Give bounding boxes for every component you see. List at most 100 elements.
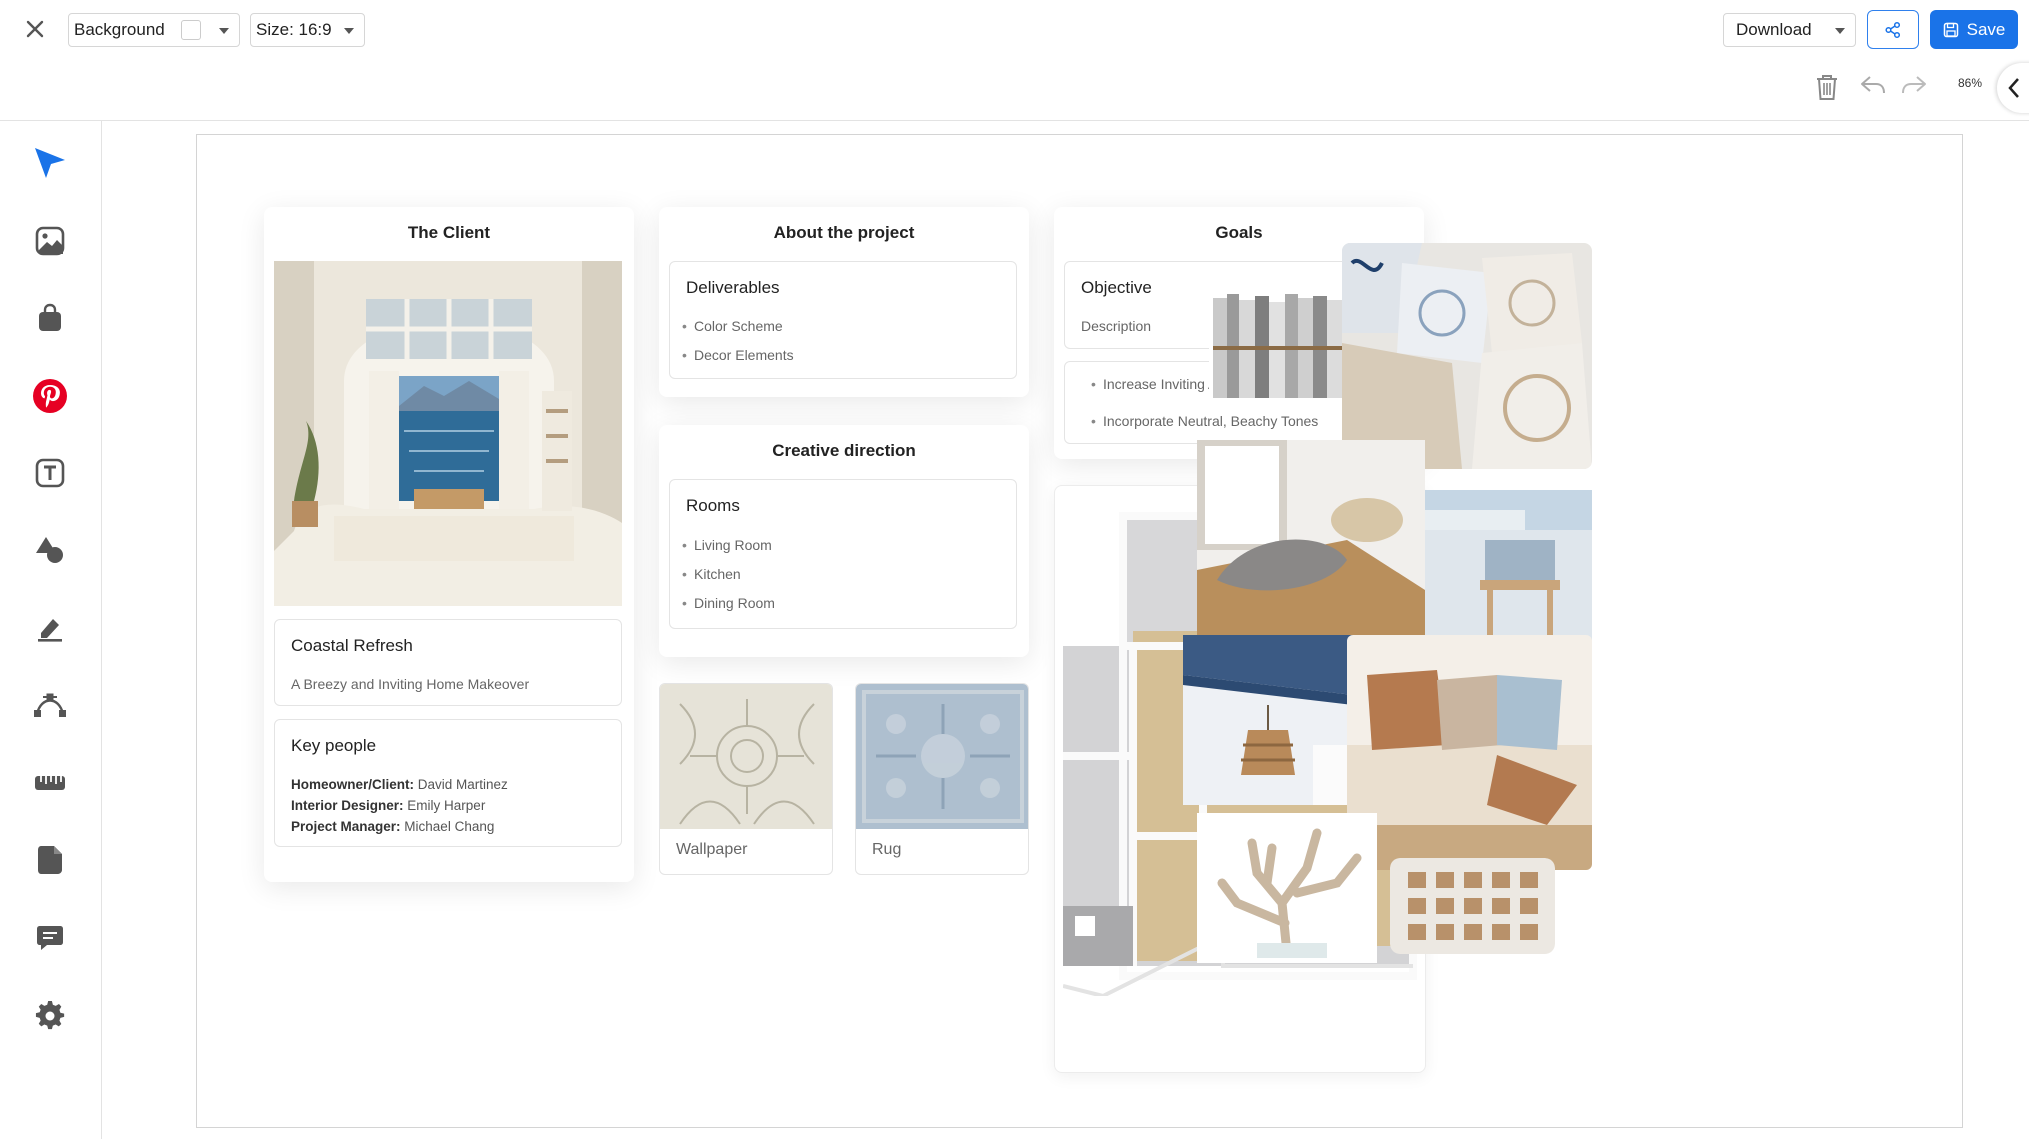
pinterest-tool[interactable] [28,374,72,418]
size-dropdown[interactable]: Size: 16:9 [250,13,365,47]
download-label: Download [1736,20,1812,39]
text-icon [35,458,65,488]
pen-icon [38,619,62,642]
shell-tray-image [1197,440,1425,645]
dining-chair-image [1425,490,1592,640]
sofa-cushions-photo[interactable] [1347,635,1592,870]
background-dropdown[interactable]: Background [68,13,240,47]
collapse-panel-button[interactable] [1997,63,2029,113]
objective-description: Description [1081,318,1152,334]
comment-icon [37,926,63,950]
key-people-card[interactable]: Key people Homeowner/Client: David Marti… [274,719,622,847]
shell-art-photo[interactable] [1390,858,1555,954]
wallpaper-pattern-image [660,684,832,829]
comments-tool[interactable] [28,916,72,960]
pinterest-icon [33,379,67,413]
ruler-icon [35,776,65,790]
image-tool[interactable] [28,219,72,263]
gear-icon [35,1000,65,1030]
person-name: David Martinez [417,777,508,792]
redo-icon [1902,76,1926,94]
rug-swatch-card[interactable]: Rug [855,683,1029,875]
save-label: Save [1966,19,2006,39]
coastal-pillows-photo[interactable] [1342,243,1592,469]
download-dropdown[interactable]: Download [1723,13,1856,47]
wallpaper-swatch-card[interactable]: Wallpaper [659,683,833,875]
zoom-level[interactable]: 86% [1958,76,1982,90]
room-item: Dining Room [682,595,775,611]
key-person-row: Interior Designer: Emily Harper [291,795,485,816]
draw-tool[interactable] [28,606,72,650]
person-role: Project Manager: [291,819,401,834]
deliverables-card[interactable]: Deliverables Color Scheme Decor Elements [669,261,1017,379]
image-icon [35,226,65,256]
moodboard-canvas[interactable]: The Client Coastal Refresh A Breezy and … [196,134,1963,1128]
background-color-swatch [180,20,201,40]
shop-tool[interactable] [28,296,72,340]
key-people-title: Key people [291,736,377,755]
chevron-down-icon [1835,28,1845,34]
about-project-panel[interactable]: About the project Deliverables Color Sch… [659,207,1029,397]
size-label: Size: 16:9 [256,20,332,39]
pendant-light-image [1183,635,1353,805]
rooms-title: Rooms [686,496,740,515]
text-tool[interactable] [28,451,72,495]
left-toolbar [0,121,102,1139]
chevron-down-icon [344,28,354,34]
goals-panel-title: Goals [1215,223,1263,242]
living-room-image [274,261,622,606]
chevron-left-icon [2008,78,2019,98]
pages-tool[interactable] [28,838,72,882]
key-person-row: Homeowner/Client: David Martinez [291,774,508,795]
deliverables-title: Deliverables [686,278,780,297]
share-button[interactable] [1867,10,1919,49]
client-panel[interactable]: The Client Coastal Refresh A Breezy and … [264,207,634,882]
rooms-card[interactable]: Rooms Living Room Kitchen Dining Room [669,479,1017,629]
share-icon [1885,21,1901,38]
room-item: Living Room [682,537,772,553]
rug-label: Rug [872,841,902,858]
trash-icon [1817,75,1837,100]
about-panel-title: About the project [773,223,915,242]
person-role: Interior Designer: [291,798,404,813]
close-icon[interactable] [20,14,50,44]
redo-button[interactable] [1899,72,1929,112]
select-tool[interactable] [28,141,72,185]
coastal-refresh-card[interactable]: Coastal Refresh A Breezy and Inviting Ho… [274,619,622,706]
shapes-tool[interactable] [28,528,72,572]
shell-tray-photo[interactable] [1197,440,1425,645]
objective-title: Objective [1081,278,1152,297]
save-button[interactable]: Save [1930,10,2018,49]
coral-image [1197,813,1377,963]
settings-tool[interactable] [28,993,72,1037]
living-room-photo[interactable] [274,261,622,606]
room-item: Kitchen [682,566,741,582]
pillows-image [1342,243,1592,469]
shopping-bag-icon [39,303,61,331]
measure-tool[interactable] [28,761,72,805]
deliverable-item: Decor Elements [682,347,794,363]
delete-button[interactable] [1814,72,1844,112]
bezier-curve-icon [34,693,66,717]
header-divider [0,120,2029,121]
dining-chair-photo[interactable] [1425,490,1592,640]
undo-button[interactable] [1858,72,1888,112]
rug-pattern-image [856,684,1028,829]
wallpaper-label: Wallpaper [676,841,748,858]
background-label: Background [74,20,165,39]
creative-direction-panel[interactable]: Creative direction Rooms Living Room Kit… [659,425,1029,657]
curve-tool[interactable] [28,683,72,727]
pendant-light-photo[interactable] [1183,635,1353,805]
client-panel-title: The Client [407,223,491,242]
sofa-image [1347,635,1592,870]
save-icon [1943,22,1958,37]
creative-panel-title: Creative direction [772,441,916,460]
coral-decor-photo[interactable] [1197,813,1377,963]
shell-art-image [1390,858,1555,954]
project-description: A Breezy and Inviting Home Makeover [291,676,530,692]
document-icon [38,846,62,874]
person-name: Emily Harper [407,798,486,813]
person-name: Michael Chang [404,819,495,834]
project-name: Coastal Refresh [291,636,413,655]
key-person-row: Project Manager: Michael Chang [291,816,494,837]
